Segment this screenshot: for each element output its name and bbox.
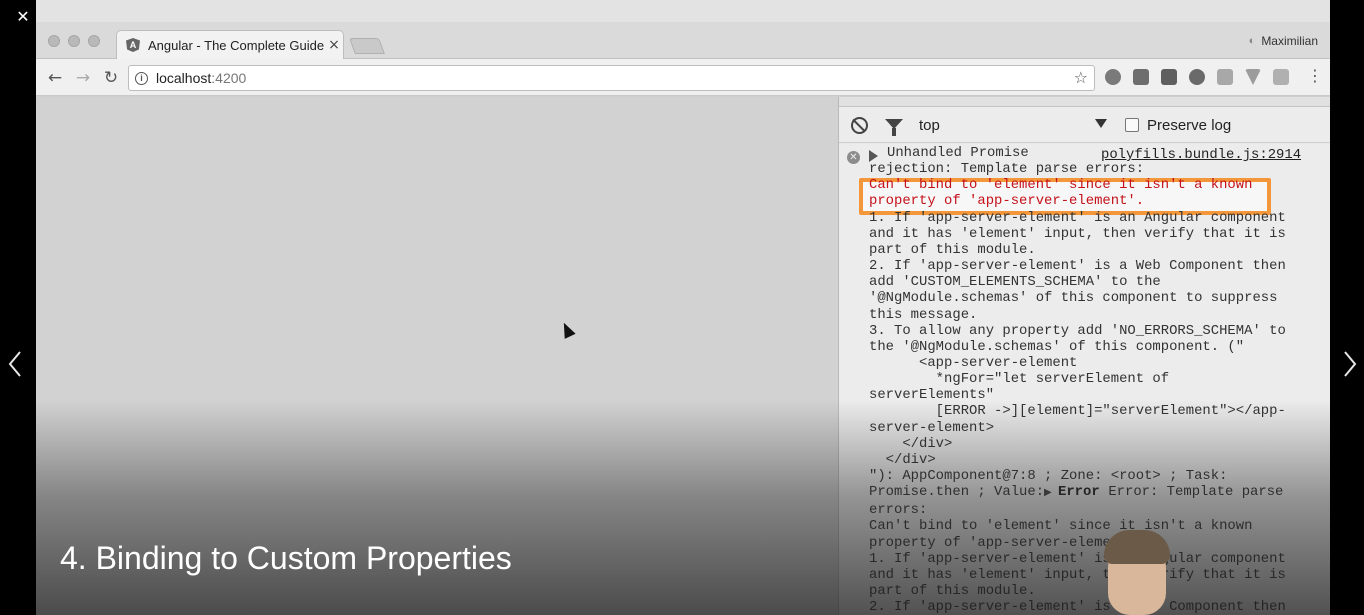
page-viewport[interactable] [36,97,838,615]
mouse-cursor-icon [558,320,576,339]
url-port: :4200 [211,70,247,86]
site-info-icon[interactable]: i [135,71,148,85]
back-arrow-icon[interactable]: ← [44,67,66,89]
video-frame: A Angular - The Complete Guide × ◐ Maxim… [36,0,1330,615]
console-line: add 'CUSTOM_ELEMENTS_SCHEMA' to the [869,274,1161,291]
console-line: 1. If 'app-server-element' is an Angular… [869,209,1286,226]
profile-name: Maximilian [1261,34,1318,48]
error-icon: ✕ [847,151,860,164]
browser-tab-strip: A Angular - The Complete Guide × ◐ Maxim… [36,22,1330,59]
chevron-down-icon[interactable] [1095,119,1107,128]
console-line: Unhandled Promise [887,145,1029,161]
console-line: the '@NgModule.schemas' of this componen… [869,338,1245,355]
devtools-panel: top Preserve log ✕ polyfills.bundle.js:2… [838,97,1330,615]
tab-angular-guide[interactable]: A Angular - The Complete Guide × [116,30,344,59]
error-value-text: Error: Template parse [1100,484,1284,501]
console-line: and it has 'element' input, then verify … [869,566,1286,583]
tab-close-icon[interactable]: × [325,37,343,53]
console-line: this message. [869,306,978,323]
console-line: part of this module. [869,241,1036,258]
console-line: '@NgModule.schemas' of this component to… [869,290,1278,307]
previous-chevron-icon[interactable] [8,351,22,377]
console-line: property of 'app-server-element'. [869,193,1145,210]
devtools-tabs [839,97,1330,107]
console-line: <app-server-element [869,354,1078,371]
extension-vue-icon[interactable] [1245,69,1261,85]
error-value-label: Error [1058,484,1100,501]
reload-icon[interactable]: ↻ [100,67,122,89]
next-chevron-icon[interactable] [1343,351,1357,377]
minimize-window-dot-icon[interactable] [68,35,80,47]
expand-value-triangle-icon[interactable]: ▶ [1044,485,1052,501]
video-title: 4. Binding to Custom Properties [60,540,512,576]
extension-shield-icon[interactable] [1105,69,1121,85]
browser-toolbar: ← → ↻ i localhost :4200 ☆ ⋮ [36,59,1330,96]
bookmark-star-icon[interactable]: ☆ [1074,68,1088,87]
console-line: rejection: Template parse errors: [869,161,1145,178]
console-line: and it has 'element' input, then verify … [869,225,1286,242]
console-line: serverElements" [869,387,995,404]
console-line: 3. To allow any property add 'NO_ERRORS_… [869,322,1286,339]
console-line: part of this module. [869,583,1036,600]
console-line: 1. If 'app-server-element' is an Angular… [869,550,1286,567]
extension-cast-icon[interactable] [1273,69,1289,85]
console-line: *ngFor="let serverElement of [869,371,1170,388]
console-line: Can't bind to 'element' since it isn't a… [869,177,1253,194]
console-line: 2. If 'app-server-element' is a Web Comp… [869,258,1286,275]
url-host: localhost [156,70,212,86]
console-line: Can't bind to 'element' since it isn't a… [869,518,1253,535]
extension-grid-icon[interactable] [1217,69,1233,85]
forward-arrow-icon[interactable]: → [72,67,94,89]
console-line: Promise.then ; Value: [869,484,1053,501]
filter-icon[interactable] [885,119,903,136]
presenter-hair [1104,530,1170,564]
console-line: </div> [869,435,953,452]
extension-eyedropper-icon[interactable] [1133,69,1149,85]
console-line: </div> [869,451,936,468]
console-toolbar: top Preserve log [839,107,1330,143]
preserve-log-label: Preserve log [1147,117,1232,134]
presenter-video-overlay [1098,530,1176,615]
close-window-dot-icon[interactable] [48,35,60,47]
profile-button[interactable]: ◐ Maximilian [1249,34,1318,48]
new-tab-button[interactable] [349,38,385,54]
console-line: "): AppComponent@7:8 ; Zone: <root> ; Ta… [869,468,1228,484]
extension-jb-icon[interactable] [1161,69,1177,85]
console-line: server-element> [869,419,995,436]
address-bar[interactable]: i localhost :4200 ☆ [128,65,1095,91]
extension-circle-icon[interactable] [1189,69,1205,85]
browser-menu-icon[interactable]: ⋮ [1307,66,1323,85]
console-line: errors: [869,502,928,519]
clear-console-icon[interactable] [851,117,868,134]
console-output[interactable]: ✕ polyfills.bundle.js:2914 Unhandled Pro… [839,144,1330,615]
context-selector[interactable]: top [919,117,940,134]
angular-logo-icon: A [126,38,140,52]
tab-title: Angular - The Complete Guide [148,37,325,53]
console-line: 2. If 'app-server-element' is a Web Comp… [869,599,1286,615]
console-line: [ERROR ->][element]="serverElement"></ap… [869,403,1286,420]
zoom-window-dot-icon[interactable] [88,35,100,47]
profile-icon: ◐ [1248,35,1256,47]
mac-menubar [36,0,1330,22]
preserve-log-checkbox[interactable] [1125,118,1139,132]
